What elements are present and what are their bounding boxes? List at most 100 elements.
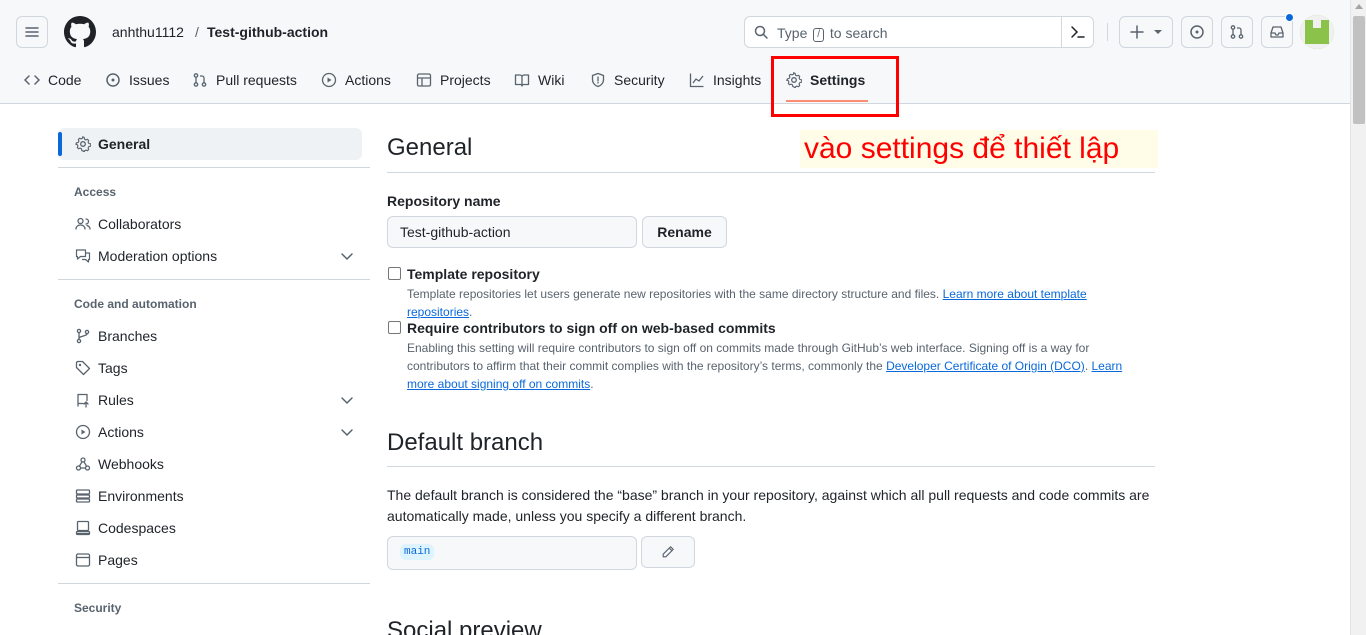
annotation-highlight-box bbox=[771, 56, 899, 117]
plus-icon bbox=[1130, 25, 1144, 39]
sidebar-item-general[interactable]: General bbox=[58, 128, 362, 160]
search-placeholder: Type / to search bbox=[777, 25, 888, 42]
period-text: . bbox=[590, 377, 594, 391]
tab-issues-label: Issues bbox=[129, 72, 170, 88]
template-repository-checkbox[interactable] bbox=[388, 267, 401, 280]
chevron-down-icon bbox=[341, 429, 353, 437]
tab-actions-label: Actions bbox=[345, 72, 391, 88]
global-header: anhthu1112 / Test-github-action Type / t… bbox=[0, 0, 1350, 104]
page-scrollbar[interactable] bbox=[1350, 0, 1366, 635]
sidebar-item-label: Moderation options bbox=[98, 248, 218, 264]
dco-link[interactable]: Developer Certificate of Origin (DCO) bbox=[886, 359, 1085, 373]
browser-icon bbox=[75, 553, 91, 567]
comment-discussion-icon bbox=[75, 249, 91, 263]
breadcrumb-separator: / bbox=[195, 24, 199, 40]
tab-issues[interactable]: Issues bbox=[105, 64, 169, 96]
tab-security-label: Security bbox=[614, 72, 665, 88]
branch-name-badge: main bbox=[400, 544, 435, 560]
search-input[interactable]: Type / to search bbox=[744, 16, 1094, 48]
create-new-button[interactable] bbox=[1119, 16, 1173, 48]
header-divider bbox=[1107, 23, 1108, 41]
scroll-up-arrow-icon[interactable] bbox=[1355, 4, 1363, 9]
people-icon bbox=[75, 217, 91, 230]
tab-insights[interactable]: Insights bbox=[689, 64, 761, 96]
rename-button[interactable]: Rename bbox=[642, 216, 727, 248]
github-logo-icon[interactable] bbox=[64, 16, 96, 48]
tab-security[interactable]: Security bbox=[590, 64, 665, 96]
pull-request-icon bbox=[193, 73, 207, 87]
avatar[interactable] bbox=[1300, 15, 1334, 49]
tab-code-label: Code bbox=[48, 72, 82, 88]
sidebar-item-rules[interactable]: Rules bbox=[58, 384, 362, 416]
play-icon bbox=[75, 424, 91, 440]
pull-request-icon bbox=[1230, 25, 1244, 39]
sidebar-item-webhooks[interactable]: Webhooks bbox=[58, 448, 362, 480]
sidebar-item-environments[interactable]: Environments bbox=[58, 480, 362, 512]
sidebar-item-moderation[interactable]: Moderation options bbox=[58, 240, 362, 272]
tab-pull-requests-label: Pull requests bbox=[216, 72, 297, 88]
server-icon bbox=[75, 489, 91, 503]
caret-down-icon bbox=[1154, 30, 1162, 34]
sidebar-item-label: Actions bbox=[98, 424, 144, 440]
sidebar-heading-code-automation: Code and automation bbox=[74, 297, 197, 311]
edit-default-branch-button[interactable] bbox=[641, 536, 695, 568]
annotation-text: vào settings để thiết lập bbox=[800, 130, 1158, 168]
pencil-icon bbox=[662, 546, 674, 558]
webhook-icon bbox=[75, 457, 91, 471]
search-icon bbox=[754, 25, 768, 39]
sidebar-item-actions[interactable]: Actions bbox=[58, 416, 362, 448]
tab-code[interactable]: Code bbox=[24, 64, 81, 96]
issue-icon bbox=[106, 73, 120, 87]
menu-button[interactable] bbox=[16, 16, 48, 48]
search-shortcut-key: / bbox=[813, 28, 825, 42]
graph-icon bbox=[689, 73, 704, 88]
period-text: . bbox=[1084, 359, 1089, 373]
tab-projects-label: Projects bbox=[440, 72, 491, 88]
scrollbar-thumb[interactable] bbox=[1353, 16, 1365, 124]
signoff-checkbox[interactable] bbox=[388, 321, 401, 334]
sidebar-item-branches[interactable]: Branches bbox=[58, 320, 362, 352]
sidebar-item-label: Codespaces bbox=[98, 520, 176, 536]
sidebar-item-label: Branches bbox=[98, 328, 158, 344]
template-desc-text: Template repositories let users generate… bbox=[407, 287, 940, 301]
hamburger-icon bbox=[25, 27, 39, 37]
table-icon bbox=[416, 73, 432, 87]
signoff-label: Require contributors to sign off on web-… bbox=[407, 320, 776, 336]
tag-icon bbox=[75, 360, 91, 376]
sidebar-item-collaborators[interactable]: Collaborators bbox=[58, 208, 362, 240]
sidebar-item-tags[interactable]: Tags bbox=[58, 352, 362, 384]
command-palette-button[interactable] bbox=[1061, 17, 1093, 47]
sidebar-heading-security: Security bbox=[74, 601, 122, 615]
active-indicator bbox=[58, 132, 62, 156]
default-branch-field: main bbox=[387, 536, 637, 570]
sidebar-item-label: Webhooks bbox=[98, 456, 164, 472]
sidebar-divider bbox=[58, 583, 370, 584]
sidebar-item-label: Collaborators bbox=[98, 216, 182, 232]
template-repository-description: Template repositories let users generate… bbox=[407, 285, 1155, 321]
breadcrumb-owner[interactable]: anhthu1112 bbox=[112, 24, 184, 40]
sidebar-item-pages[interactable]: Pages bbox=[58, 544, 362, 576]
tab-wiki[interactable]: Wiki bbox=[514, 64, 564, 96]
tab-projects[interactable]: Projects bbox=[416, 64, 491, 96]
chevron-down-icon bbox=[341, 397, 353, 405]
pull-requests-button[interactable] bbox=[1221, 16, 1253, 48]
tab-actions[interactable]: Actions bbox=[321, 64, 391, 96]
sidebar-item-label: Pages bbox=[98, 552, 138, 568]
default-branch-title: Default branch bbox=[387, 429, 544, 456]
terminal-icon bbox=[1070, 26, 1085, 38]
sidebar-item-label: Tags bbox=[98, 360, 128, 376]
breadcrumb-repo[interactable]: Test-github-action bbox=[207, 24, 328, 40]
default-branch-description: The default branch is considered the “ba… bbox=[387, 487, 1150, 524]
repo-name-input[interactable]: Test-github-action bbox=[387, 216, 637, 248]
identicon-icon bbox=[1300, 15, 1334, 49]
sidebar-divider bbox=[58, 167, 370, 168]
template-repository-label: Template repository bbox=[407, 266, 540, 282]
sidebar-item-codespaces[interactable]: Codespaces bbox=[58, 512, 362, 544]
issues-button[interactable] bbox=[1181, 16, 1213, 48]
social-preview-title: Social preview bbox=[387, 617, 542, 635]
search-suffix-text: to search bbox=[829, 25, 888, 41]
code-icon bbox=[24, 75, 40, 85]
shield-icon bbox=[591, 72, 605, 88]
tab-pull-requests[interactable]: Pull requests bbox=[192, 64, 297, 96]
period-text: . bbox=[469, 305, 473, 319]
